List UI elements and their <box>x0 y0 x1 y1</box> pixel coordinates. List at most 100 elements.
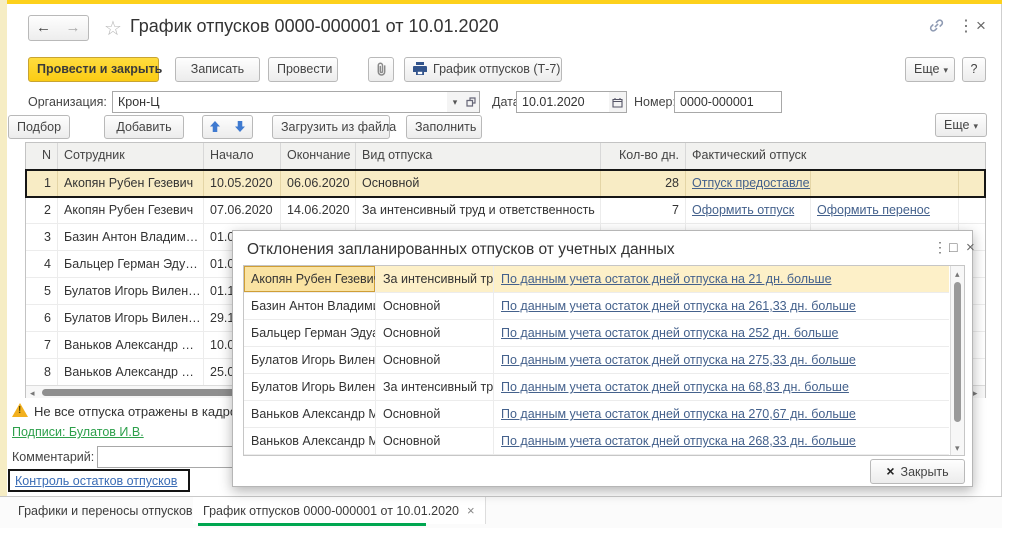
deviation-employee-cell: Булатов Игорь Виленович <box>244 347 376 374</box>
deviation-row[interactable]: Булатов Игорь ВиленовичОсновной По данным… <box>244 347 964 374</box>
row-number-cell: 4 <box>26 251 58 278</box>
help-button[interactable]: ? <box>962 57 986 82</box>
employee-cell: Базин Антон Владим… <box>58 224 204 251</box>
deviation-message-link[interactable]: По данным учета остаток дней отпуска на … <box>501 326 839 340</box>
employee-cell: Булатов Игорь Вилен… <box>58 305 204 332</box>
deviation-type-cell: За интенсивный труд и отве… <box>376 374 494 401</box>
end-date-cell: 14.06.2020 <box>281 197 356 224</box>
deviation-row[interactable]: Акопян Рубен ГезевичЗа интенсивный труд … <box>244 266 964 293</box>
col-header-fact: Фактический отпуск <box>686 143 985 169</box>
deviation-row[interactable]: Булатов Игорь ВиленовичЗа интенсивный тр… <box>244 374 964 401</box>
load-from-file-button[interactable]: Загрузить из файла <box>272 115 390 139</box>
fact-vacation-link[interactable]: Оформить отпуск <box>692 203 794 217</box>
deviation-message-link[interactable]: По данным учета остаток дней отпуска на … <box>501 407 856 421</box>
col-header-end: Окончание <box>281 143 356 169</box>
fact-cell <box>811 170 959 197</box>
transfer-vacation-link[interactable]: Оформить перенос <box>817 203 930 217</box>
days-count-cell: 7 <box>601 197 686 224</box>
dialog-vertical-scrollbar[interactable]: ▴ ▾ <box>950 266 964 455</box>
dialog-close-button-label: Закрыть <box>901 465 949 479</box>
more-dots-icon[interactable]: ⋮ <box>958 16 974 36</box>
employee-cell: Ваньков Александр … <box>58 332 204 359</box>
move-down-button[interactable] <box>227 115 253 139</box>
row-number-cell: 1 <box>26 170 58 197</box>
horizontal-scrollbar-thumb[interactable] <box>42 389 238 396</box>
favorite-star-icon[interactable]: ☆ <box>104 16 122 41</box>
tab-close-icon[interactable]: × <box>467 503 475 518</box>
calendar-icon[interactable] <box>609 91 627 113</box>
col-header-employee: Сотрудник <box>58 143 204 169</box>
deviation-type-cell: Основной <box>376 347 494 374</box>
scroll-left-icon[interactable]: ◂ <box>30 387 35 399</box>
arrow-down-icon <box>235 121 245 135</box>
row-number-cell: 7 <box>26 332 58 359</box>
vacation-type-cell: Основной <box>356 170 601 197</box>
row-number-cell: 8 <box>26 359 58 386</box>
number-field[interactable]: 0000-000001 <box>674 91 782 113</box>
arrow-up-icon <box>210 121 220 135</box>
deviation-message-link[interactable]: По данным учета остаток дней отпуска на … <box>501 380 849 394</box>
date-field[interactable]: 10.01.2020 <box>516 91 610 113</box>
deviation-message-cell: По данным учета остаток дней отпуска на … <box>494 374 949 401</box>
dialog-close-button[interactable]: ×Закрыть <box>870 459 965 484</box>
row-number-cell: 3 <box>26 224 58 251</box>
deviation-message-link[interactable]: По данным учета остаток дней отпуска на … <box>501 272 832 286</box>
window-close-icon[interactable]: × <box>976 16 986 36</box>
deviation-message-cell: По данным учета остаток дней отпуска на … <box>494 293 949 320</box>
spacer-cell <box>959 197 985 224</box>
organization-dropdown-icon[interactable]: ▾ <box>447 91 464 113</box>
chevron-down-icon: ▾ <box>973 121 978 131</box>
more-button-top[interactable]: Еще▾ <box>905 57 955 82</box>
balance-control-link[interactable]: Контроль остатков отпусков <box>15 474 177 488</box>
table-row[interactable]: 2Акопян Рубен Гезевич07.06.202014.06.202… <box>26 197 985 224</box>
dialog-close-icon[interactable]: × <box>966 239 975 256</box>
employee-cell: Акопян Рубен Гезевич <box>58 170 204 197</box>
nav-forward-button[interactable]: → <box>58 15 89 41</box>
employee-cell: Акопян Рубен Гезевич <box>58 197 204 224</box>
pick-button[interactable]: Подбор <box>8 115 70 139</box>
number-label: Номер: <box>634 95 676 109</box>
nav-back-button[interactable]: ← <box>28 15 59 41</box>
organization-field[interactable]: Крон-Ц <box>112 91 448 113</box>
vertical-scrollbar-thumb[interactable] <box>954 282 961 422</box>
more-button-table[interactable]: Еще▾ <box>935 113 987 137</box>
row-number-cell: 5 <box>26 278 58 305</box>
deviation-employee-cell: Бальцер Герман Эдуардович <box>244 320 376 347</box>
deviation-row[interactable]: Ваньков Александр Матвее…Основной По данн… <box>244 428 964 455</box>
deviation-row[interactable]: Бальцер Герман ЭдуардовичОсновнойПо данн… <box>244 320 964 347</box>
deviation-message-cell: По данным учета остаток дней отпуска на … <box>494 266 949 293</box>
attachment-button[interactable] <box>368 57 394 82</box>
tab-vacation-schedules-list[interactable]: Графики и переносы отпусков× <box>8 497 219 524</box>
top-accent-strip <box>7 0 1002 4</box>
tab-vacation-schedule-document[interactable]: График отпусков 0000-000001 от 10.01.202… <box>193 497 486 524</box>
dialog-maximize-icon[interactable]: □ <box>949 239 957 255</box>
deviation-message-link[interactable]: По данным учета остаток дней отпуска на … <box>501 434 856 448</box>
app-window: ← → ☆ График отпусков 0000-000001 от 10.… <box>0 0 1011 537</box>
deviation-message-link[interactable]: По данным учета остаток дней отпуска на … <box>501 353 856 367</box>
scroll-up-icon[interactable]: ▴ <box>955 268 960 280</box>
scroll-right-icon[interactable]: ▸ <box>973 387 978 399</box>
deviation-message-cell: По данным учета остаток дней отпуска на … <box>494 347 949 374</box>
print-t7-button[interactable]: График отпусков (Т-7) <box>404 57 562 82</box>
deviation-row[interactable]: Базин Антон ВладимировичОсновнойПо данны… <box>244 293 964 320</box>
add-button[interactable]: Добавить <box>104 115 184 139</box>
link-icon[interactable] <box>928 17 945 38</box>
write-button[interactable]: Записать <box>175 57 260 82</box>
comment-label: Комментарий: <box>12 450 94 464</box>
move-up-button[interactable] <box>202 115 228 139</box>
dialog-more-dots-icon[interactable]: ⋮ <box>933 239 947 256</box>
deviation-message-link[interactable]: По данным учета остаток дней отпуска на … <box>501 299 856 313</box>
post-and-close-button[interactable]: Провести и закрыть <box>28 57 159 82</box>
fill-button[interactable]: Заполнить <box>406 115 482 139</box>
organization-open-icon[interactable] <box>463 91 480 113</box>
deviation-type-cell: Основной <box>376 428 494 455</box>
deviation-row[interactable]: Ваньков Александр Матвее…ОсновнойПо данн… <box>244 401 964 428</box>
fact-vacation-link[interactable]: Отпуск предоставле… <box>692 176 811 190</box>
table-row[interactable]: 1Акопян Рубен Гезевич10.05.202006.06.202… <box>26 170 985 197</box>
signatures-link[interactable]: Подписи: Булатов И.В. <box>12 425 144 439</box>
col-header-n: N <box>26 143 58 169</box>
post-button[interactable]: Провести <box>268 57 338 82</box>
deviation-employee-cell: Ваньков Александр Матвее… <box>244 428 376 455</box>
spacer-cell <box>959 170 985 197</box>
scroll-down-icon[interactable]: ▾ <box>955 442 960 454</box>
